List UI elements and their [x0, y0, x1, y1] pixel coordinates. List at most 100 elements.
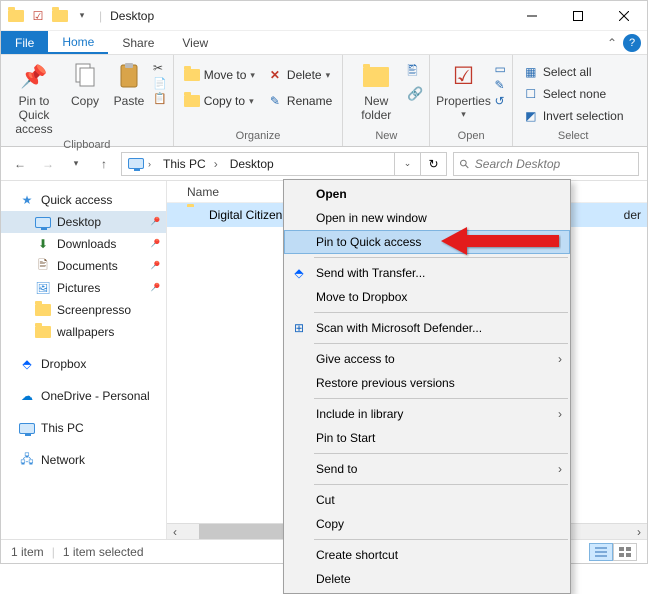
- rename-button[interactable]: ✎Rename: [263, 91, 336, 111]
- select-none-button[interactable]: ☐Select none: [519, 84, 628, 104]
- maximize-button[interactable]: [555, 1, 601, 31]
- new-item-icon[interactable]: 🖺: [407, 62, 423, 84]
- status-count: 1 item: [11, 545, 44, 559]
- file-type-partial: der: [624, 208, 647, 222]
- paste-button[interactable]: Paste: [109, 59, 149, 111]
- ctx-copy[interactable]: Copy: [284, 512, 570, 536]
- address-box[interactable]: › This PC Desktop ⌄ ↻: [121, 152, 447, 176]
- nav-forward-button[interactable]: →: [37, 153, 59, 175]
- ctx-include-library[interactable]: Include in library›: [284, 402, 570, 426]
- tab-file[interactable]: File: [1, 31, 48, 54]
- delete-button[interactable]: ✕Delete▾: [263, 65, 336, 85]
- search-box[interactable]: ⚲ Search Desktop: [453, 152, 639, 176]
- paste-shortcut-icon[interactable]: 📋: [153, 92, 167, 105]
- pin-icon: 📍: [145, 214, 162, 231]
- tab-share[interactable]: Share: [108, 31, 168, 54]
- group-label: New: [349, 129, 423, 142]
- help-button[interactable]: ?: [623, 34, 641, 52]
- tab-home[interactable]: Home: [48, 31, 108, 54]
- nav-network[interactable]: 🖧Network: [1, 449, 166, 471]
- nav-screenpresso[interactable]: Screenpresso: [1, 299, 166, 321]
- select-all-button[interactable]: ▦Select all: [519, 62, 628, 82]
- nav-desktop[interactable]: Desktop📍: [1, 211, 166, 233]
- tab-view[interactable]: View: [168, 31, 222, 54]
- scroll-left-icon[interactable]: ‹: [167, 524, 183, 539]
- nav-quick-access[interactable]: ★Quick access: [1, 189, 166, 211]
- ctx-delete[interactable]: Delete: [284, 567, 570, 591]
- copy-path-icon[interactable]: 📄: [153, 77, 167, 90]
- copy-to-button[interactable]: Copy to▾: [180, 91, 259, 111]
- minimize-button[interactable]: [509, 1, 555, 31]
- ctx-send-transfer[interactable]: ⬘Send with Transfer...: [284, 261, 570, 285]
- window-title: Desktop: [104, 9, 154, 23]
- qat-properties-icon[interactable]: ☑: [29, 7, 47, 25]
- view-thumbnails-button[interactable]: [613, 543, 637, 561]
- qat-dropdown-icon[interactable]: ▾: [73, 7, 91, 25]
- refresh-button[interactable]: ↻: [420, 152, 446, 176]
- nav-recent-button[interactable]: ▾: [65, 153, 87, 175]
- move-to-icon: [184, 67, 200, 83]
- ctx-pin-quick-access[interactable]: Pin to Quick access: [284, 230, 570, 254]
- nav-wallpapers[interactable]: wallpapers: [1, 321, 166, 343]
- ctx-give-access[interactable]: Give access to›: [284, 347, 570, 371]
- folder-icon: [35, 324, 51, 340]
- new-folder-button[interactable]: New folder: [349, 59, 403, 125]
- ctx-separator: [314, 539, 568, 540]
- move-to-button[interactable]: Move to▾: [180, 65, 259, 85]
- nav-onedrive[interactable]: ☁OneDrive - Personal: [1, 385, 166, 407]
- nav-thispc[interactable]: This PC: [1, 417, 166, 439]
- nav-dropbox[interactable]: ⬘Dropbox: [1, 353, 166, 375]
- properties-button[interactable]: ☑ Properties ▾: [436, 59, 490, 121]
- nav-back-button[interactable]: ←: [9, 153, 31, 175]
- ctx-move-dropbox[interactable]: Move to Dropbox: [284, 285, 570, 309]
- title-bar: ☑ ▾ | Desktop: [1, 1, 647, 31]
- properties-icon: ☑: [447, 61, 479, 93]
- copy-to-icon: [184, 93, 200, 109]
- invert-selection-button[interactable]: ◩Invert selection: [519, 106, 628, 126]
- network-icon: 🖧: [19, 452, 35, 468]
- open-icon[interactable]: ▭: [494, 62, 505, 76]
- ctx-open[interactable]: Open: [284, 182, 570, 206]
- close-button[interactable]: [601, 1, 647, 31]
- nav-documents[interactable]: 🖹Documents📍: [1, 255, 166, 277]
- invert-selection-icon: ◩: [523, 108, 539, 124]
- status-selected: 1 item selected: [63, 545, 144, 559]
- address-root-icon[interactable]: ›: [122, 153, 157, 175]
- easy-access-icon[interactable]: 🔗: [407, 86, 423, 102]
- group-open: ☑ Properties ▾ ▭ ✎ ↺ Open: [430, 55, 512, 146]
- ctx-open-new-window[interactable]: Open in new window: [284, 206, 570, 230]
- defender-shield-icon: ⊞: [290, 319, 308, 337]
- group-clipboard: 📌 Pin to Quick access Copy Paste ✂ 📄 📋 C…: [1, 55, 174, 146]
- ctx-scan-defender[interactable]: ⊞Scan with Microsoft Defender...: [284, 316, 570, 340]
- ctx-send-to[interactable]: Send to›: [284, 457, 570, 481]
- folder-qat-icon[interactable]: [51, 7, 69, 25]
- pin-quick-access-button[interactable]: 📌 Pin to Quick access: [7, 59, 61, 138]
- desktop-icon: [35, 214, 51, 230]
- ctx-restore-versions[interactable]: Restore previous versions: [284, 371, 570, 395]
- ctx-create-shortcut[interactable]: Create shortcut: [284, 543, 570, 567]
- onedrive-icon: ☁: [19, 388, 35, 404]
- scroll-right-icon[interactable]: ›: [631, 524, 647, 539]
- folder-icon: [35, 302, 51, 318]
- address-seg-thispc[interactable]: This PC: [157, 153, 224, 175]
- ctx-cut[interactable]: Cut: [284, 488, 570, 512]
- nav-up-button[interactable]: ↑: [93, 153, 115, 175]
- group-label: Open: [436, 129, 505, 142]
- copy-icon: [69, 61, 101, 93]
- view-details-button[interactable]: [589, 543, 613, 561]
- history-icon[interactable]: ↺: [494, 94, 505, 108]
- dropbox-icon: ⬘: [290, 264, 308, 282]
- group-label: Select: [519, 129, 628, 142]
- new-folder-icon: [360, 61, 392, 93]
- group-select: ▦Select all ☐Select none ◩Invert selecti…: [513, 55, 634, 146]
- address-dropdown-button[interactable]: ⌄: [394, 152, 420, 176]
- star-icon: ★: [19, 192, 35, 208]
- cut-icon[interactable]: ✂: [153, 61, 167, 75]
- ribbon-collapse-icon[interactable]: ⌃: [607, 31, 623, 54]
- nav-pictures[interactable]: 🖼Pictures📍: [1, 277, 166, 299]
- edit-icon[interactable]: ✎: [494, 78, 505, 92]
- nav-downloads[interactable]: ⬇Downloads📍: [1, 233, 166, 255]
- copy-button[interactable]: Copy: [65, 59, 105, 111]
- address-seg-desktop[interactable]: Desktop: [224, 153, 280, 175]
- ctx-pin-start[interactable]: Pin to Start: [284, 426, 570, 450]
